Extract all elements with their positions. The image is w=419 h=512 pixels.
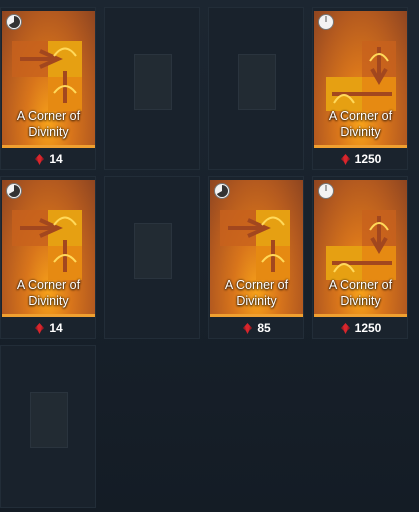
- shop-slot-1[interactable]: A Corner of Divinity 14: [0, 7, 96, 170]
- red-crystal-icon: [340, 322, 350, 334]
- item-card[interactable]: A Corner of Divinity: [2, 11, 95, 148]
- item-price: 14: [1, 149, 95, 169]
- item-price: 85: [209, 318, 303, 338]
- timer-icon: [318, 14, 334, 30]
- item-card[interactable]: A Corner of Divinity: [314, 11, 407, 148]
- shop-slot-8[interactable]: A Corner of Divinity 1250: [312, 176, 408, 339]
- item-card[interactable]: A Corner of Divinity: [2, 180, 95, 317]
- item-price: 14: [1, 318, 95, 338]
- item-name: A Corner of Divinity: [328, 109, 393, 139]
- item-card[interactable]: A Corner of Divinity: [314, 180, 407, 317]
- red-crystal-icon: [35, 322, 45, 334]
- shop-slot-6[interactable]: [104, 176, 200, 339]
- item-name: A Corner of Divinity: [328, 278, 393, 308]
- shop-grid: A Corner of Divinity 14 A Corner of Divi…: [0, 0, 419, 512]
- item-card[interactable]: A Corner of Divinity: [210, 180, 303, 317]
- shop-slot-4[interactable]: A Corner of Divinity 1250: [312, 7, 408, 170]
- shop-slot-2[interactable]: [104, 7, 200, 170]
- empty-slot-placeholder: [238, 54, 276, 110]
- red-crystal-icon: [35, 153, 45, 165]
- item-price: 1250: [313, 318, 407, 338]
- item-name: A Corner of Divinity: [16, 278, 81, 308]
- timer-icon: [6, 183, 22, 199]
- shop-slot-5[interactable]: A Corner of Divinity 14: [0, 176, 96, 339]
- red-crystal-icon: [243, 322, 253, 334]
- item-name: A Corner of Divinity: [224, 278, 289, 308]
- shop-slot-9[interactable]: [0, 345, 96, 508]
- timer-icon: [318, 183, 334, 199]
- timer-icon: [6, 14, 22, 30]
- item-name: A Corner of Divinity: [16, 109, 81, 139]
- red-crystal-icon: [340, 153, 350, 165]
- empty-slot-placeholder: [30, 392, 68, 448]
- item-price: 1250: [313, 149, 407, 169]
- timer-icon: [214, 183, 230, 199]
- shop-slot-7[interactable]: A Corner of Divinity 85: [208, 176, 304, 339]
- empty-slot-placeholder: [134, 223, 172, 279]
- empty-slot-placeholder: [134, 54, 172, 110]
- shop-slot-3[interactable]: [208, 7, 304, 170]
